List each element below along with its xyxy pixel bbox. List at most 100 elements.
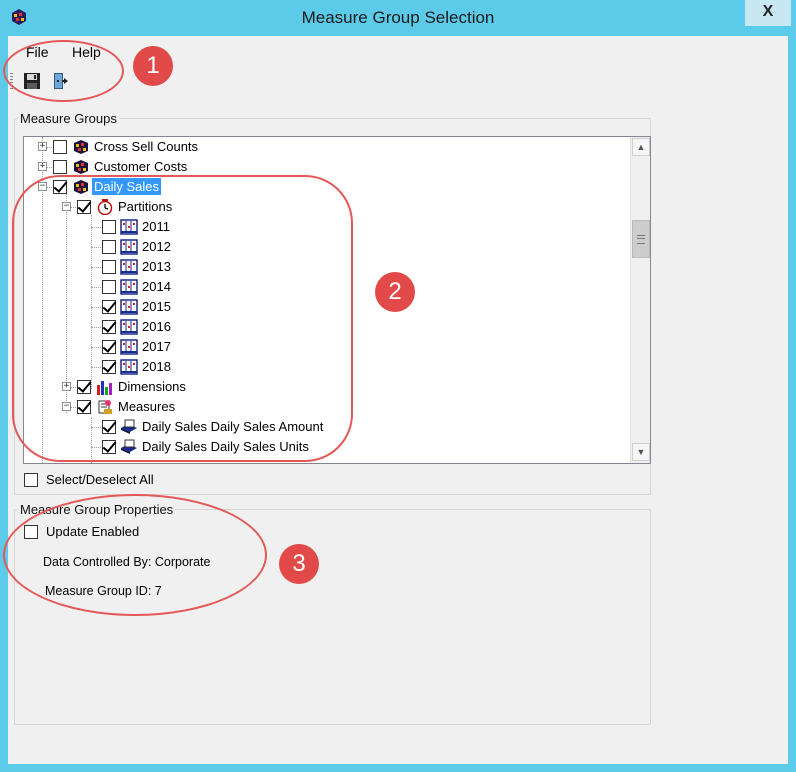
checkbox-checked[interactable] <box>102 340 116 354</box>
cube-icon <box>74 160 88 174</box>
tree-label[interactable]: 2015 <box>140 297 173 317</box>
tree-label[interactable]: 2013 <box>140 257 173 277</box>
checkbox[interactable] <box>102 260 116 274</box>
cube-icon <box>74 140 88 154</box>
scroll-thumb[interactable] <box>632 220 650 258</box>
partition-icon <box>120 239 138 255</box>
tree-label[interactable]: 2018 <box>140 357 173 377</box>
tree-label[interactable]: Partitions <box>116 197 174 217</box>
select-all-checkbox[interactable]: Select/Deselect All <box>24 471 264 489</box>
expand-icon[interactable]: + <box>62 382 71 391</box>
update-enabled-label: Update Enabled <box>46 524 140 539</box>
partition-icon <box>120 279 138 295</box>
measure-groups-legend: Measure Groups <box>20 111 117 126</box>
tree-label[interactable]: 2017 <box>140 337 173 357</box>
properties-legend: Measure Group Properties <box>20 502 174 517</box>
checkbox[interactable] <box>102 220 116 234</box>
collapse-icon[interactable]: − <box>62 202 71 211</box>
partition-icon <box>120 339 138 355</box>
tree-label[interactable]: Dimensions <box>116 377 188 397</box>
expand-icon[interactable]: + <box>38 162 47 171</box>
checkbox[interactable] <box>53 160 67 174</box>
callout-badge-1: 1 <box>133 46 173 86</box>
partition-icon <box>120 319 138 335</box>
title-bar: Measure Group Selection X <box>0 0 796 36</box>
partition-icon <box>120 299 138 315</box>
partition-icon <box>120 259 138 275</box>
checkbox-checked[interactable] <box>77 380 91 394</box>
window: Measure Group Selection X File Help Meas… <box>0 0 796 772</box>
select-all-label: Select/Deselect All <box>46 472 154 487</box>
measures-icon <box>98 400 112 414</box>
collapse-icon[interactable]: − <box>62 402 71 411</box>
tree-label[interactable]: 2016 <box>140 317 173 337</box>
tree-node-year[interactable]: 2014 <box>24 277 624 297</box>
tree-label[interactable]: Measures <box>116 397 177 417</box>
tree-label[interactable]: Daily Sales Daily Sales Units <box>140 437 311 457</box>
tree-node-dimensions[interactable]: + Dimensions <box>24 377 624 397</box>
close-button[interactable]: X <box>745 0 791 26</box>
collapse-icon[interactable]: − <box>38 182 47 191</box>
tree-node-year[interactable]: 2018 <box>24 357 624 377</box>
dimensions-icon <box>97 381 112 395</box>
tree-node-measures[interactable]: − Measures <box>24 397 624 417</box>
menu-help[interactable]: Help <box>66 44 107 60</box>
tree-node-year[interactable]: 2016 <box>24 317 624 337</box>
checkbox-checked[interactable] <box>53 180 67 194</box>
menu-bar: File Help <box>8 42 788 64</box>
save-icon[interactable] <box>22 71 42 91</box>
tree-node-year[interactable]: 2012 <box>24 237 624 257</box>
client-area: File Help Measure Groups + Cross Sell Co… <box>8 36 788 764</box>
tree-node-year[interactable]: 2017 <box>24 337 624 357</box>
tree-node-measure[interactable]: Daily Sales Daily Sales Amount <box>24 417 624 437</box>
tree-node-partitions[interactable]: − Partitions <box>24 197 624 217</box>
checkbox-checked[interactable] <box>102 320 116 334</box>
measure-group-id: Measure Group ID: 7 <box>45 584 162 598</box>
measure-icon <box>121 439 137 454</box>
checkbox-checked[interactable] <box>77 200 91 214</box>
toolbar-grip[interactable] <box>10 73 13 89</box>
tree-label[interactable]: Daily Sales Daily Sales Amount <box>140 417 325 437</box>
tree-label[interactable]: 2014 <box>140 277 173 297</box>
exit-icon[interactable] <box>51 71 71 91</box>
tree-label[interactable]: 2011 <box>140 217 172 237</box>
tree-label-selected[interactable]: Daily Sales <box>92 178 162 195</box>
checkbox[interactable] <box>102 240 116 254</box>
scroll-down-icon[interactable]: ▼ <box>632 443 650 461</box>
window-title: Measure Group Selection <box>301 8 495 27</box>
measure-group-tree[interactable]: + Cross Sell Counts + Customer Costs − D… <box>23 136 651 464</box>
checkbox-checked[interactable] <box>102 300 116 314</box>
cube-icon <box>74 180 88 194</box>
checkbox-checked[interactable] <box>102 440 116 454</box>
scroll-up-icon[interactable]: ▲ <box>632 138 650 156</box>
tree-node-year[interactable]: 2011 <box>24 217 624 237</box>
partition-icon <box>120 359 138 375</box>
tree-label[interactable]: Cross Sell Counts <box>92 137 200 157</box>
tree-node-daily-sales[interactable]: − Daily Sales <box>24 177 624 197</box>
checkbox[interactable] <box>24 473 38 487</box>
clock-icon <box>97 199 113 215</box>
menu-file[interactable]: File <box>20 44 55 60</box>
checkbox[interactable] <box>24 525 38 539</box>
vertical-scrollbar[interactable]: ▲ ▼ <box>630 137 650 463</box>
data-controlled-by: Data Controlled By: Corporate <box>43 555 211 569</box>
update-enabled-checkbox[interactable]: Update Enabled <box>24 523 224 541</box>
checkbox-checked[interactable] <box>102 360 116 374</box>
tree-node-customer-costs[interactable]: + Customer Costs <box>24 157 624 177</box>
partition-icon <box>120 219 138 235</box>
tree-node-year[interactable]: 2015 <box>24 297 624 317</box>
checkbox-checked[interactable] <box>77 400 91 414</box>
measure-icon <box>121 419 137 434</box>
checkbox-checked[interactable] <box>102 420 116 434</box>
checkbox[interactable] <box>53 140 67 154</box>
tree-node-cross-sell[interactable]: + Cross Sell Counts <box>24 137 624 157</box>
expand-icon[interactable]: + <box>38 142 47 151</box>
callout-badge-2: 2 <box>375 272 415 312</box>
tree-node-measure[interactable]: Daily Sales Daily Sales Units <box>24 437 624 457</box>
tree-label[interactable]: Customer Costs <box>92 157 189 177</box>
callout-badge-3: 3 <box>279 544 319 584</box>
tree-node-year[interactable]: 2013 <box>24 257 624 277</box>
toolbar <box>8 68 788 94</box>
tree-label[interactable]: 2012 <box>140 237 173 257</box>
checkbox[interactable] <box>102 280 116 294</box>
